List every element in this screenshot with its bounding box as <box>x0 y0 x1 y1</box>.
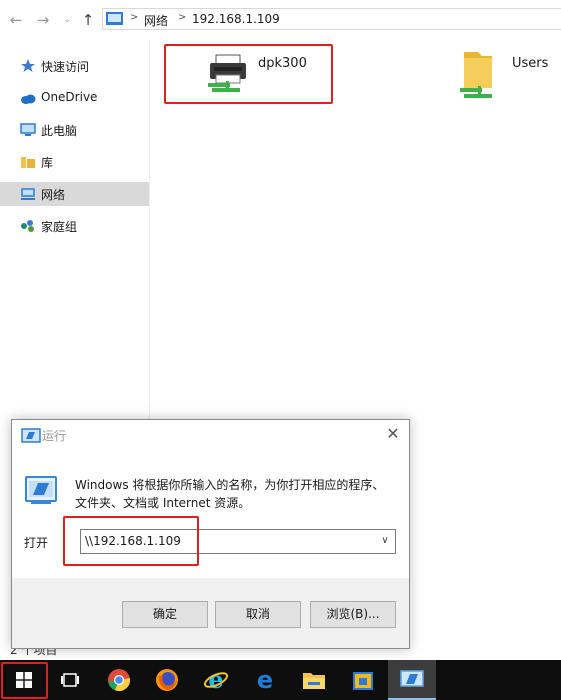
sidebar-item-this-pc[interactable]: 此电脑 <box>0 118 149 142</box>
taskbar: e e <box>0 660 561 700</box>
svg-text:e: e <box>208 667 223 693</box>
cloud-icon <box>21 94 36 104</box>
svg-text:e: e <box>257 668 273 692</box>
store-button[interactable] <box>339 660 387 700</box>
navigation-pane: 快速访问 OneDrive 此电脑 库 网络 家庭组 <box>0 40 150 420</box>
chevron-down-icon[interactable]: ∨ <box>378 532 392 550</box>
run-icon <box>400 670 424 687</box>
run-button[interactable] <box>388 660 436 700</box>
address-bar: ← → ⌄ ↑ > 网络 > 192.168.1.109 <box>0 0 561 40</box>
close-icon[interactable]: ✕ <box>383 424 403 444</box>
sidebar-item-label: 库 <box>41 156 54 170</box>
highlight-box <box>164 44 333 104</box>
chevron-right-icon[interactable]: > <box>178 12 186 23</box>
highlight-box <box>63 516 199 566</box>
network-item-users[interactable]: Users <box>455 45 555 103</box>
sidebar-item-label: 家庭组 <box>41 220 78 234</box>
ie-icon: e <box>203 667 229 693</box>
task-view-icon <box>61 673 79 687</box>
internet-explorer-button[interactable]: e <box>192 660 240 700</box>
breadcrumb[interactable]: > 网络 > 192.168.1.109 <box>102 8 561 30</box>
sidebar-item-library[interactable]: 库 <box>0 150 149 174</box>
recent-locations-chevron-icon[interactable]: ⌄ <box>58 10 76 30</box>
sidebar-item-quick-access[interactable]: 快速访问 <box>0 54 149 78</box>
store-icon <box>353 672 373 690</box>
star-icon <box>21 59 35 72</box>
file-explorer-icon <box>303 673 325 689</box>
breadcrumb-host[interactable]: 192.168.1.109 <box>192 12 280 26</box>
computer-icon <box>20 123 36 136</box>
chrome-icon <box>108 669 130 692</box>
firefox-button[interactable] <box>143 660 191 700</box>
homegroup-icon <box>21 220 34 232</box>
sidebar-item-homegroup[interactable]: 家庭组 <box>0 214 149 238</box>
computer-icon <box>106 12 123 25</box>
sidebar-item-label: 此电脑 <box>41 124 78 138</box>
breadcrumb-network[interactable]: 网络 <box>144 12 168 29</box>
sidebar-item-onedrive[interactable]: OneDrive <box>0 86 149 110</box>
run-icon <box>21 428 41 443</box>
sidebar-item-network[interactable]: 网络 <box>0 182 149 206</box>
browse-button[interactable]: 浏览(B)... <box>310 601 396 628</box>
chevron-right-icon[interactable]: > <box>130 12 138 23</box>
forward-arrow-icon[interactable]: → <box>34 10 52 30</box>
sidebar-item-label: 网络 <box>41 188 66 202</box>
dialog-title: 运行 <box>42 429 67 443</box>
task-view-button[interactable] <box>46 660 94 700</box>
highlight-box <box>1 662 48 699</box>
up-arrow-icon[interactable]: ↑ <box>79 10 97 30</box>
file-explorer-button[interactable] <box>290 660 338 700</box>
edge-icon: e <box>257 668 273 692</box>
firefox-icon <box>156 669 178 691</box>
back-arrow-icon[interactable]: ← <box>7 10 25 30</box>
ok-button[interactable]: 确定 <box>122 601 208 628</box>
chrome-button[interactable] <box>95 660 143 700</box>
run-icon <box>25 476 57 504</box>
sidebar-item-label: 快速访问 <box>41 60 90 74</box>
dialog-titlebar[interactable]: 运行 ✕ <box>12 420 409 450</box>
sidebar-item-label: OneDrive <box>41 90 98 104</box>
library-icon <box>21 157 35 168</box>
item-label: Users <box>512 56 549 71</box>
network-icon <box>21 188 35 200</box>
dialog-description: Windows 将根据你所输入的名称，为你打开相应的程序、文件夹、文档或 Int… <box>75 478 385 510</box>
open-label: 打开 <box>24 536 49 550</box>
edge-button[interactable]: e <box>241 660 289 700</box>
cancel-button[interactable]: 取消 <box>215 601 301 628</box>
shared-folder-icon <box>460 52 492 98</box>
